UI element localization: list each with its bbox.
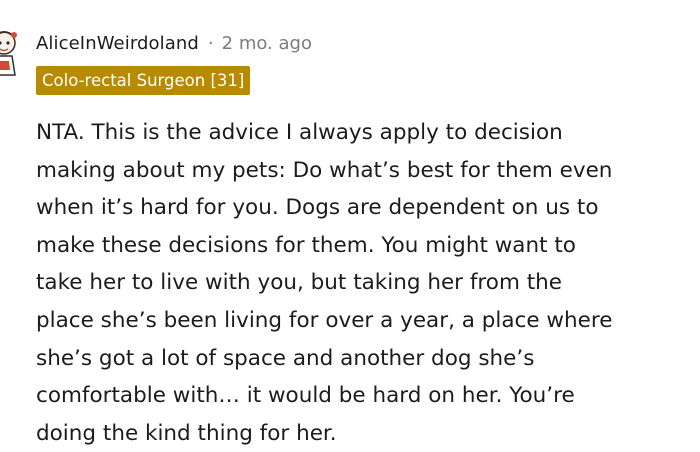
- comment-line: when it’s hard for you. Dogs are depende…: [36, 195, 599, 221]
- comment-line: she’s got a lot of space and another dog…: [36, 345, 535, 371]
- comment-line: NTA. This is the advice I always apply t…: [36, 120, 563, 145]
- author-name[interactable]: AliceInWeirdoland: [36, 33, 199, 54]
- comment-meta: AliceInWeirdoland · 2 mo. ago: [36, 30, 312, 56]
- comment-line: comfortable with… it would be hard on he…: [36, 383, 575, 409]
- user-avatar[interactable]: [0, 25, 20, 85]
- comment-age[interactable]: 2 mo. ago: [222, 33, 312, 54]
- comment-line: making about my pets: Do what’s best for…: [36, 157, 613, 183]
- comment: AliceInWeirdoland · 2 mo. ago Colo-recta…: [0, 0, 700, 452]
- comment-line: place she’s been living for over a year,…: [36, 307, 613, 333]
- comment-body: NTA. This is the advice I always apply t…: [36, 114, 676, 452]
- comment-line: take her to live with you, but taking he…: [36, 270, 563, 296]
- comment-line: make these decisions for them. You might…: [36, 232, 576, 258]
- meta-separator: ·: [207, 32, 214, 54]
- user-flair: Colo-rectal Surgeon [31]: [36, 66, 251, 95]
- comment-line: doing the kind thing for her.: [36, 420, 337, 446]
